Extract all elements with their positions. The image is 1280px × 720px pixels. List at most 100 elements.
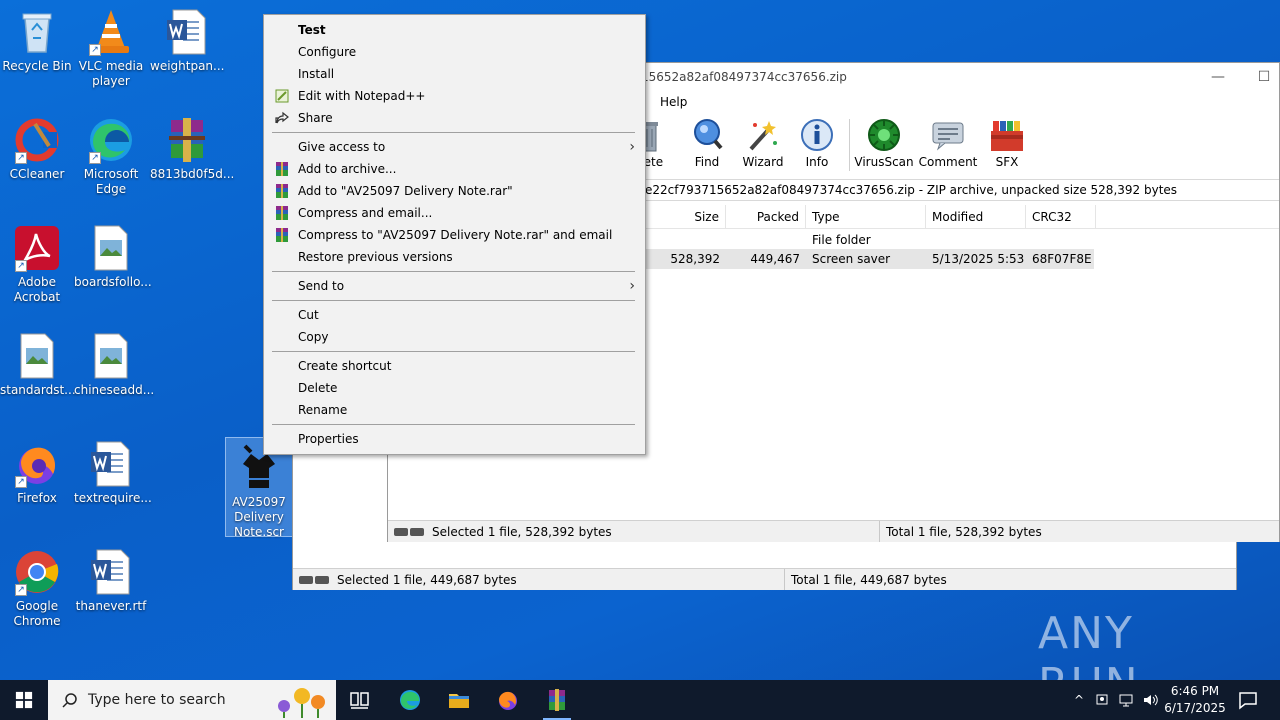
task-view-icon bbox=[350, 692, 369, 709]
desktop-icon-boardsfollo[interactable]: boardsfollo... bbox=[74, 224, 152, 290]
desktop-icon-textrequire[interactable]: textrequire... bbox=[74, 440, 152, 506]
volume-icon[interactable] bbox=[1142, 692, 1158, 708]
shortcut-arrow-icon: ↗ bbox=[15, 476, 27, 488]
taskbar-edge-button[interactable] bbox=[390, 684, 430, 716]
menu-item-properties[interactable]: Properties bbox=[264, 428, 645, 450]
menu-item-restore-versions[interactable]: Restore previous versions bbox=[264, 246, 645, 268]
desktop-icon-adobe-acrobat[interactable]: ↗ Adobe Acrobat bbox=[0, 224, 74, 305]
menu-item-label: Add to "AV25097 Delivery Note.rar" bbox=[298, 184, 513, 198]
column-type[interactable]: Type bbox=[806, 205, 926, 229]
info-icon bbox=[799, 117, 835, 153]
toolbar-separator bbox=[849, 119, 850, 171]
word-document-icon bbox=[87, 440, 135, 488]
menu-item-add-archive[interactable]: Add to archive... bbox=[264, 158, 645, 180]
desktop-icon-label: standardst... bbox=[0, 383, 76, 397]
desktop-icon-recycle-bin[interactable]: Recycle Bin bbox=[0, 8, 74, 74]
row-type: Screen saver bbox=[812, 252, 891, 266]
toolbar-label: Find bbox=[694, 155, 720, 169]
toolbar-find-button[interactable]: Find bbox=[679, 117, 735, 169]
show-hidden-icons-button[interactable]: ^ bbox=[1070, 693, 1088, 707]
toolbar-info-button[interactable]: Info bbox=[789, 117, 845, 169]
image-file-icon bbox=[13, 332, 61, 380]
notifications-button[interactable] bbox=[1228, 684, 1268, 716]
taskbar-firefox-button[interactable] bbox=[488, 684, 528, 716]
menu-item-configure[interactable]: Configure bbox=[264, 41, 645, 63]
desktop-icon-chineseadd[interactable]: chineseadd... bbox=[74, 332, 154, 398]
status-right: Total 1 file, 528,392 bytes bbox=[880, 521, 1279, 542]
desktop-icon-standardst[interactable]: standardst... bbox=[0, 332, 76, 398]
desktop-icon-microsoft-edge[interactable]: ↗ Microsoft Edge bbox=[74, 116, 148, 197]
desktop-icon-label: Google Chrome bbox=[13, 599, 61, 628]
menu-item-label: Delete bbox=[298, 381, 338, 395]
table-row[interactable]: 528,392 449,467 Screen saver 5/13/2025 5… bbox=[646, 249, 1094, 269]
desktop-icon-vlc[interactable]: ↗ VLC media player bbox=[74, 8, 148, 89]
column-crc32[interactable]: CRC32 bbox=[1026, 205, 1096, 229]
taskbar: Type here to search ^ 6:46 PM 6/17/2025 bbox=[0, 680, 1280, 720]
taskbar-search-box[interactable]: Type here to search bbox=[48, 680, 336, 720]
network-icon[interactable] bbox=[1118, 692, 1134, 708]
minimize-button[interactable]: — bbox=[1208, 67, 1228, 87]
anyrun-watermark: ANY RUN bbox=[1038, 608, 1138, 710]
drive-icon bbox=[299, 575, 329, 584]
menu-item-compress-email[interactable]: Compress and email... bbox=[264, 202, 645, 224]
desktop-icon-ccleaner[interactable]: ↗ CCleaner bbox=[0, 116, 74, 182]
menu-item-edit-notepad[interactable]: Edit with Notepad++ bbox=[264, 85, 645, 107]
firefox-icon: ↗ bbox=[13, 440, 61, 488]
column-packed[interactable]: Packed bbox=[726, 205, 806, 229]
toolbar-label: SFX bbox=[995, 155, 1019, 169]
meet-now-icon[interactable] bbox=[1094, 692, 1110, 708]
menu-item-delete[interactable]: Delete bbox=[264, 377, 645, 399]
desktop-icon-thanever[interactable]: thanever.rtf bbox=[74, 548, 148, 614]
menu-item-label: Cut bbox=[298, 308, 319, 322]
desktop-icon-google-chrome[interactable]: ↗ Google Chrome bbox=[0, 548, 74, 629]
column-modified[interactable]: Modified bbox=[926, 205, 1026, 229]
menu-item-create-shortcut[interactable]: Create shortcut bbox=[264, 355, 645, 377]
acrobat-icon: ↗ bbox=[13, 224, 61, 272]
desktop-icon-8813bd0f5d[interactable]: 8813bd0f5d... bbox=[150, 116, 235, 182]
clock-time: 6:46 PM bbox=[1170, 684, 1220, 698]
menu-help[interactable]: Help bbox=[660, 95, 687, 109]
menu-item-compress-to-rar-email[interactable]: Compress to "AV25097 Delivery Note.rar" … bbox=[264, 224, 645, 246]
row-crc32: 68F07F8E bbox=[1032, 252, 1092, 266]
task-view-button[interactable] bbox=[340, 684, 380, 716]
toolbar-virusscan-button[interactable]: VirusScan bbox=[854, 117, 914, 169]
menu-item-add-to-rar[interactable]: Add to "AV25097 Delivery Note.rar" bbox=[264, 180, 645, 202]
menu-item-cut[interactable]: Cut bbox=[264, 304, 645, 326]
winrar-icon bbox=[549, 689, 565, 711]
taskbar-clock[interactable]: 6:46 PM 6/17/2025 bbox=[1160, 683, 1230, 717]
taskbar-file-explorer-button[interactable] bbox=[439, 684, 479, 716]
menu-item-send-to[interactable]: Send to › bbox=[264, 275, 645, 297]
start-button[interactable] bbox=[0, 680, 48, 720]
toolbar-comment-button[interactable]: Comment bbox=[918, 117, 978, 169]
menu-item-install[interactable]: Install bbox=[264, 63, 645, 85]
menu-item-label: Install bbox=[298, 67, 335, 81]
toolbar-label: Wizard bbox=[742, 155, 784, 169]
desktop-icon-firefox[interactable]: ↗ Firefox bbox=[0, 440, 74, 506]
menu-separator bbox=[264, 421, 645, 428]
maximize-button[interactable]: ☐ bbox=[1254, 67, 1274, 87]
menu-item-label: Configure bbox=[298, 45, 357, 59]
shortcut-arrow-icon: ↗ bbox=[15, 260, 27, 272]
menu-separator bbox=[264, 348, 645, 355]
menu-item-label: Compress and email... bbox=[298, 206, 433, 220]
desktop-icon-label: 8813bd0f5d... bbox=[150, 167, 235, 181]
desktop-icon-label: CCleaner bbox=[9, 167, 65, 181]
menu-item-label: Share bbox=[298, 111, 333, 125]
chevron-right-icon: › bbox=[629, 139, 635, 155]
toolbar-sfx-button[interactable]: SFX bbox=[979, 117, 1035, 169]
toolbar-wizard-button[interactable]: Wizard bbox=[735, 117, 791, 169]
edge-icon: ↗ bbox=[87, 116, 135, 164]
taskbar-winrar-button[interactable] bbox=[537, 684, 577, 720]
toolbar-label: Comment bbox=[918, 155, 978, 169]
menu-separator bbox=[264, 129, 645, 136]
menu-item-copy[interactable]: Copy bbox=[264, 326, 645, 348]
menu-item-rename[interactable]: Rename bbox=[264, 399, 645, 421]
menu-item-share[interactable]: Share bbox=[264, 107, 645, 129]
menu-item-label: Restore previous versions bbox=[298, 250, 453, 264]
menu-item-test[interactable]: Test bbox=[264, 19, 645, 41]
word-document-icon bbox=[163, 8, 211, 56]
desktop-icon-label: boardsfollo... bbox=[74, 275, 152, 289]
menu-item-give-access[interactable]: Give access to › bbox=[264, 136, 645, 158]
desktop-icon-weightpan[interactable]: weightpan... bbox=[150, 8, 224, 74]
column-size[interactable]: Size bbox=[646, 205, 726, 229]
